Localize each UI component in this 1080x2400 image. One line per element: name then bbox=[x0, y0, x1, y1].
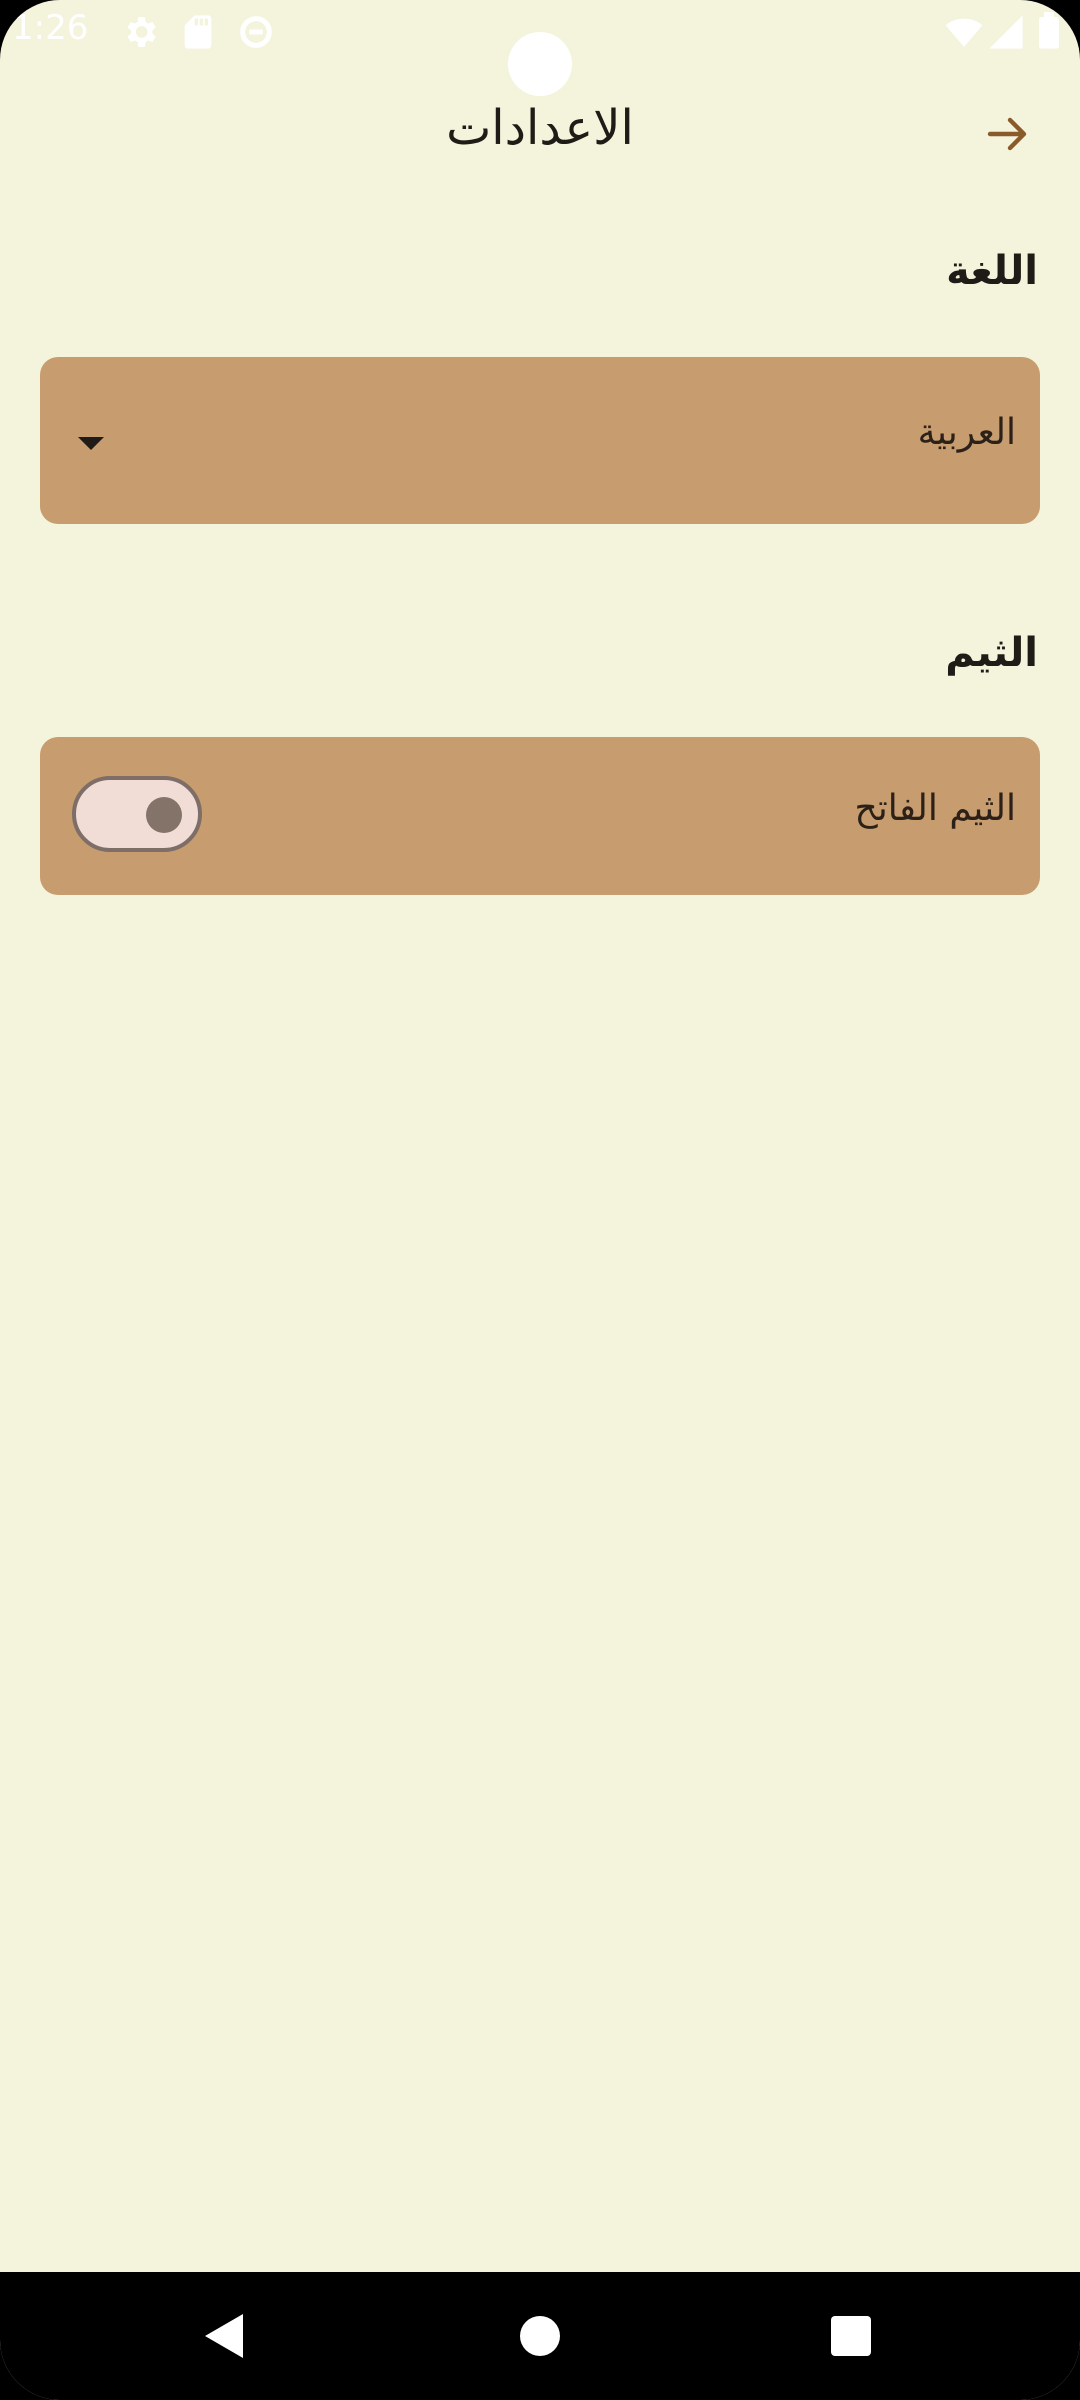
top-app-bar: الاعدادات bbox=[0, 80, 1080, 192]
nav-home-icon[interactable] bbox=[520, 2316, 560, 2356]
signal-icon bbox=[986, 12, 1026, 52]
wifi-icon bbox=[944, 12, 984, 52]
page-title: الاعدادات bbox=[446, 100, 634, 156]
nav-recents-icon[interactable] bbox=[831, 2316, 871, 2356]
back-button[interactable] bbox=[976, 104, 1040, 168]
dropdown-arrow-icon bbox=[78, 437, 104, 450]
sd-card-icon bbox=[178, 12, 218, 52]
gear-icon bbox=[120, 12, 160, 52]
nav-back-icon[interactable] bbox=[205, 2314, 243, 2358]
system-nav-bar bbox=[0, 2272, 1080, 2400]
language-section-title: اللغة bbox=[946, 248, 1038, 294]
arrow-forward-icon bbox=[984, 110, 1032, 162]
status-bar: 1:26 bbox=[0, 0, 1080, 96]
data-saver-icon bbox=[236, 12, 276, 52]
switch-thumb bbox=[146, 797, 182, 833]
theme-card: الثيم الفاتح bbox=[40, 737, 1040, 895]
status-time: 1:26 bbox=[12, 8, 89, 48]
settings-screen: 1:26 الاعدادات اللغة العربية الثيم الثيم… bbox=[0, 0, 1080, 2400]
language-dropdown[interactable]: العربية bbox=[40, 357, 1040, 524]
theme-section-title: الثيم bbox=[945, 630, 1038, 676]
light-theme-switch[interactable] bbox=[72, 776, 202, 852]
battery-icon bbox=[1034, 12, 1064, 52]
theme-toggle-label: الثيم الفاتح bbox=[854, 788, 1016, 829]
language-selected-value: العربية bbox=[917, 412, 1016, 453]
